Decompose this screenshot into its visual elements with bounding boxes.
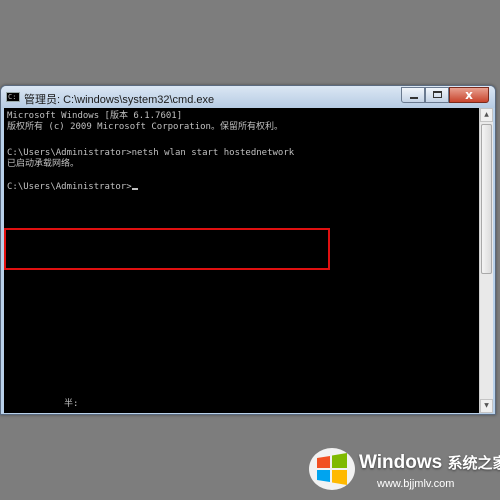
console-prompt: C:\Users\Administrator> bbox=[7, 182, 138, 193]
watermark-brand-en: Windows bbox=[359, 452, 443, 473]
minimize-button[interactable] bbox=[401, 87, 425, 103]
cmd-window: C: 管理员: C:\windows\system32\cmd.exe x Mi… bbox=[0, 85, 496, 415]
vertical-scrollbar[interactable]: ▲ ▼ bbox=[479, 108, 493, 413]
ime-indicator: 半: bbox=[64, 399, 79, 409]
watermark-brand: Windows 系统之家 bbox=[359, 452, 500, 474]
scroll-up-icon[interactable]: ▲ bbox=[480, 108, 493, 122]
maximize-icon bbox=[433, 91, 442, 98]
minimize-icon bbox=[410, 97, 418, 99]
close-button[interactable]: x bbox=[449, 87, 489, 103]
prompt-text: C:\Users\Administrator> bbox=[7, 182, 132, 192]
text-cursor bbox=[131, 188, 138, 190]
window-title: 管理员: C:\windows\system32\cmd.exe bbox=[24, 94, 215, 106]
cmd-app-icon[interactable]: C: bbox=[6, 92, 20, 102]
windows-logo-icon bbox=[309, 448, 355, 490]
scrollbar-thumb[interactable] bbox=[481, 124, 492, 274]
close-icon: x bbox=[465, 88, 473, 102]
console-line-command: C:\Users\Administrator>netsh wlan start … bbox=[7, 148, 295, 158]
window-controls: x bbox=[401, 87, 489, 105]
scroll-down-icon[interactable]: ▼ bbox=[480, 399, 493, 413]
maximize-button[interactable] bbox=[425, 87, 449, 103]
watermark-url: www.bjjmlv.com bbox=[377, 478, 455, 490]
title-bar[interactable]: C: 管理员: C:\windows\system32\cmd.exe x bbox=[1, 86, 495, 108]
console-line-version: Microsoft Windows [版本 6.1.7601] bbox=[7, 111, 183, 121]
watermark-brand-cn: 系统之家 bbox=[447, 455, 500, 472]
command-highlight-box bbox=[4, 228, 330, 270]
site-watermark: Windows 系统之家 www.bjjmlv.com bbox=[305, 438, 500, 500]
console-line-result: 已启动承载网络。 bbox=[7, 159, 80, 169]
console-line-copyright: 版权所有 (c) 2009 Microsoft Corporation。保留所有… bbox=[7, 122, 283, 132]
